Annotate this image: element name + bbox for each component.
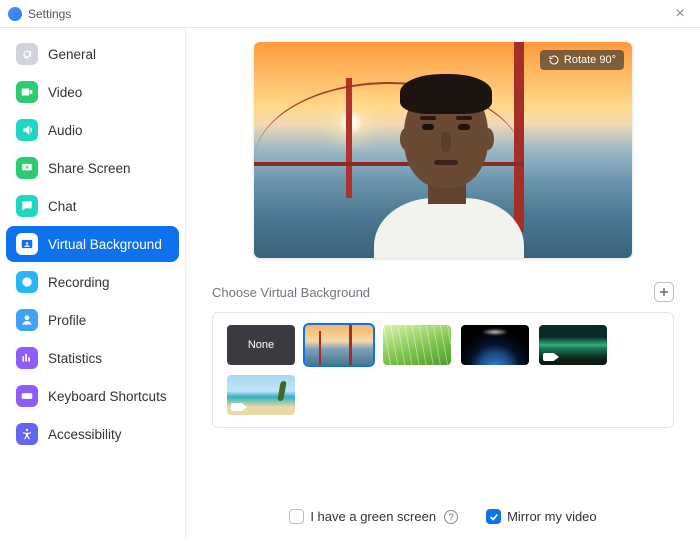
close-icon[interactable]: × [668,5,692,23]
record-icon [16,271,38,293]
sidebar-item-statistics[interactable]: Statistics [6,340,179,376]
video-icon [16,81,38,103]
bg-thumb-earth[interactable] [461,325,529,365]
sidebar-item-label: Keyboard Shortcuts [48,389,167,404]
sidebar-item-label: Statistics [48,351,102,366]
sidebar-item-accessibility[interactable]: Accessibility [6,416,179,452]
video-icon [231,403,243,411]
bg-thumb-none[interactable]: None [227,325,295,365]
settings-content: Rotate 90° Choose Virtual Background Non… [186,28,700,540]
sidebar-item-label: General [48,47,96,62]
profile-icon [16,309,38,331]
green-screen-checkbox[interactable]: I have a green screen ? [289,509,458,524]
rotate-icon [548,54,560,66]
settings-sidebar: General Video Audio Share Screen Chat Virtual… [0,28,186,540]
green-screen-label: I have a green screen [310,509,436,524]
help-icon[interactable]: ? [444,510,458,524]
settings-footer: I have a green screen ? Mirror my video [212,491,674,540]
vb-icon [16,233,38,255]
mirror-video-label: Mirror my video [507,509,597,524]
sidebar-item-label: Accessibility [48,427,122,442]
sidebar-item-label: Virtual Background [48,237,162,252]
sidebar-item-label: Profile [48,313,86,328]
gear-icon [16,43,38,65]
video-icon [543,353,555,361]
background-thumbnails: None [212,312,674,428]
bg-thumb-bridge[interactable] [305,325,373,365]
sidebar-item-label: Audio [48,123,83,138]
bg-thumb-beach[interactable] [227,375,295,415]
plus-icon [658,286,670,298]
window-title: Settings [28,7,71,21]
accessibility-icon [16,423,38,445]
section-header: Choose Virtual Background [212,282,674,302]
sidebar-item-video[interactable]: Video [6,74,179,110]
sidebar-item-virtual-background[interactable]: Virtual Background [6,226,179,262]
bg-thumb-aurora[interactable] [539,325,607,365]
sidebar-item-keyboard-shortcuts[interactable]: Keyboard Shortcuts [6,378,179,414]
sidebar-item-label: Recording [48,275,110,290]
sidebar-item-label: Share Screen [48,161,131,176]
bg-thumb-grass[interactable] [383,325,451,365]
app-icon [8,7,22,21]
sidebar-item-label: Chat [48,199,77,214]
sidebar-item-profile[interactable]: Profile [6,302,179,338]
chat-icon [16,195,38,217]
section-title: Choose Virtual Background [212,285,370,300]
rotate-label: Rotate 90° [564,54,616,66]
sidebar-item-general[interactable]: General [6,36,179,72]
share-icon [16,157,38,179]
video-preview: Rotate 90° [254,42,632,258]
sidebar-item-recording[interactable]: Recording [6,264,179,300]
title-bar: Settings × [0,0,700,28]
sidebar-item-chat[interactable]: Chat [6,188,179,224]
sidebar-item-share-screen[interactable]: Share Screen [6,150,179,186]
audio-icon [16,119,38,141]
stats-icon [16,347,38,369]
add-background-button[interactable] [654,282,674,302]
rotate-90-button[interactable]: Rotate 90° [540,50,624,70]
sidebar-item-audio[interactable]: Audio [6,112,179,148]
mirror-video-checkbox[interactable]: Mirror my video [486,509,597,524]
keyboard-icon [16,385,38,407]
sidebar-item-label: Video [48,85,82,100]
